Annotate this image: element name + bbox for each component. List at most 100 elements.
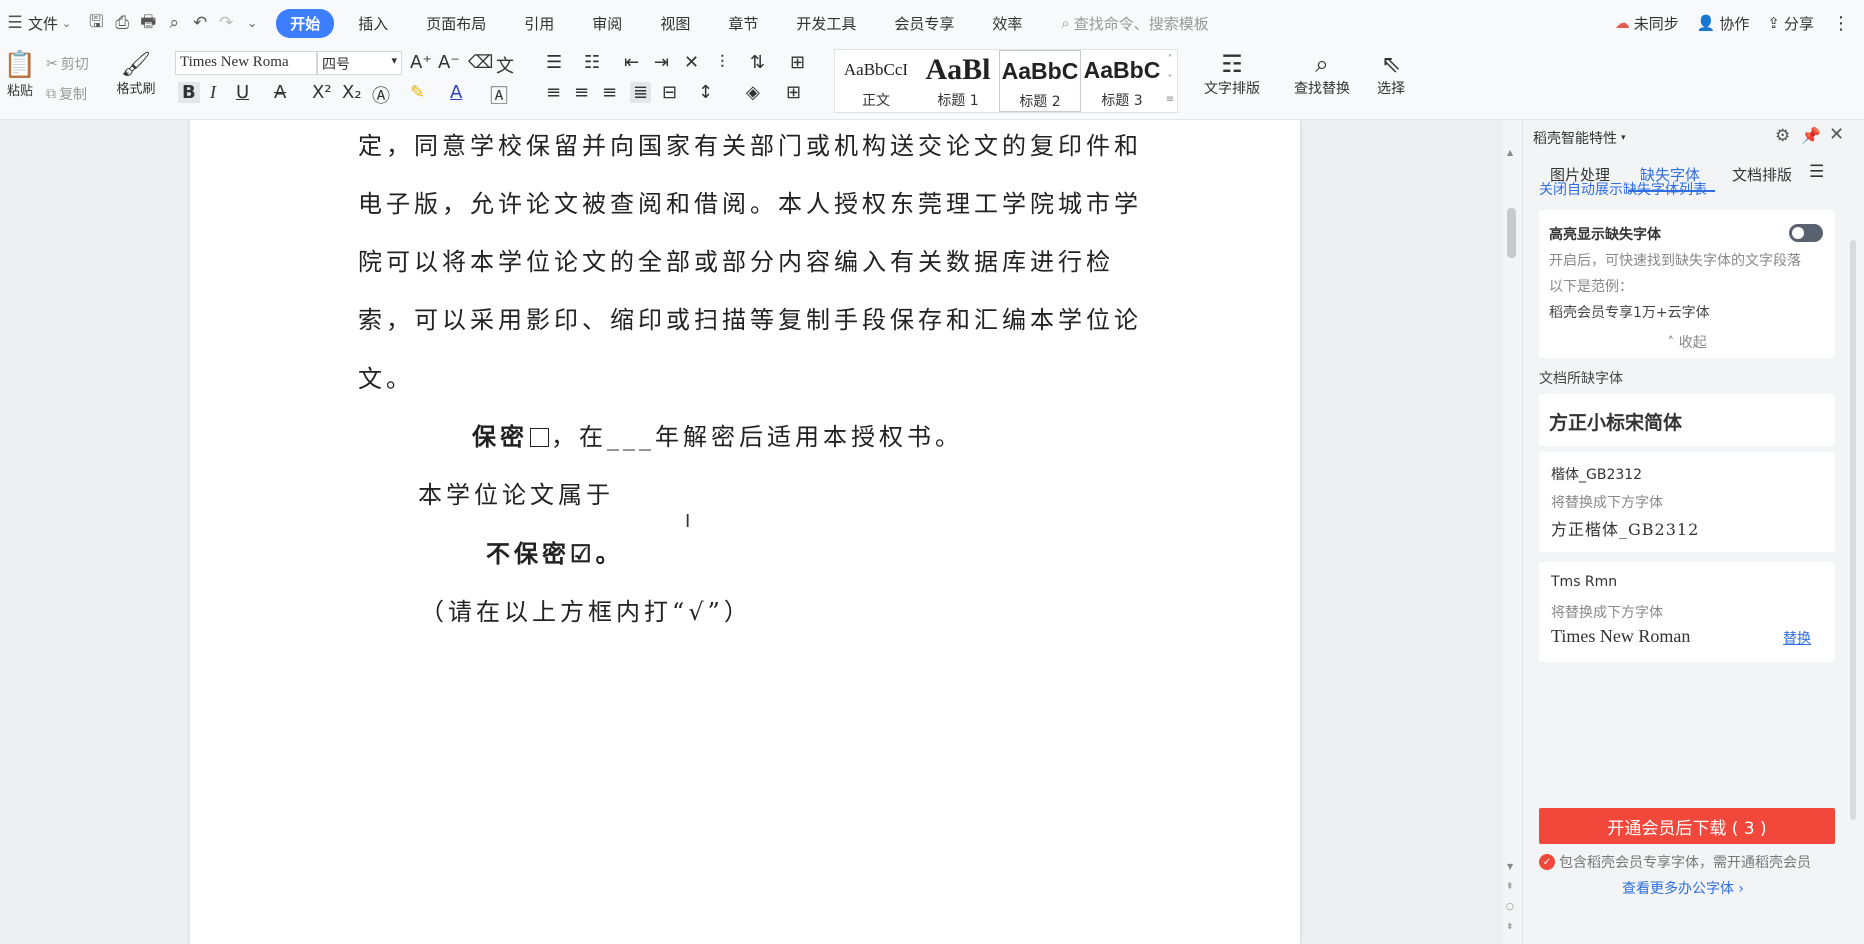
scrollbar-thumb[interactable] — [1507, 208, 1516, 258]
replace-hint: 将替换成下方字体 — [1551, 605, 1663, 621]
tab-references[interactable]: 引用 — [510, 9, 568, 38]
style-heading-1[interactable]: AaBl 标题 1 — [917, 50, 999, 112]
shrink-font-icon[interactable]: A⁻ — [438, 52, 460, 73]
style-gallery-scroll[interactable]: ˄ ˅ ≡ — [1163, 50, 1177, 112]
clear-format-icon[interactable]: ⌫ — [468, 52, 493, 73]
more-fonts-link[interactable]: 查看更多办公字体 › — [1523, 878, 1843, 898]
download-fonts-button[interactable]: 开通会员后下载 ( 3 ) — [1539, 808, 1835, 844]
secret-label: 保密 — [472, 422, 528, 451]
example-text: 稻壳会员专享1万+云字体 — [1549, 305, 1710, 321]
align-left-icon[interactable]: ≡ — [546, 82, 561, 103]
undo-icon[interactable]: ↶ — [187, 10, 213, 36]
share-button[interactable]: ⇪ 分享 — [1767, 13, 1814, 34]
docer-logo-icon: ✓ — [1539, 854, 1555, 870]
file-menu[interactable]: 文件 ⌄ — [28, 13, 71, 34]
tab-insert[interactable]: 插入 — [344, 9, 402, 38]
sync-button[interactable]: ☁ 未同步 — [1615, 13, 1679, 34]
decrease-indent-icon[interactable]: ⇤ — [624, 52, 639, 73]
subscript-icon[interactable]: X₂ — [342, 82, 362, 103]
export-pdf-icon[interactable]: ⎙ — [109, 10, 135, 36]
scroll-down-icon[interactable]: ▼ — [1507, 862, 1513, 871]
font-family-select[interactable]: Times New Roma — [175, 51, 317, 75]
tab-review[interactable]: 审阅 — [578, 9, 636, 38]
close-icon[interactable]: ✕ — [1829, 124, 1844, 145]
increase-indent-icon[interactable]: ⇥ — [654, 52, 669, 73]
char-border-icon[interactable]: 🄰 — [490, 82, 508, 108]
scroll-up-icon[interactable]: ▲ — [1507, 148, 1513, 157]
document-page[interactable]: 定，同意学校保留并向国家有关部门或机构送交论文的复印件和 电子版，允许论文被查阅… — [190, 120, 1300, 944]
doc-paragraph-line: 文。 — [358, 365, 414, 393]
copy-button[interactable]: ⧉ 复制 — [46, 84, 87, 104]
text-layout-button[interactable]: ☶ 文字排版 — [1192, 50, 1272, 98]
distributed-icon[interactable]: ⊟ — [662, 82, 677, 103]
strikethrough-icon[interactable]: A — [274, 82, 286, 103]
tab-developer[interactable]: 开发工具 — [782, 9, 870, 38]
command-search[interactable]: ⌕ 查找命令、搜索模板 — [1061, 13, 1208, 34]
print-icon[interactable]: 🖶 — [135, 10, 161, 36]
align-right-icon[interactable]: ≡ — [602, 82, 617, 103]
justify-icon[interactable]: ≣ — [630, 82, 652, 103]
italic-icon[interactable]: I — [210, 82, 216, 103]
find-replace-button[interactable]: ⌕ 查找替换 — [1284, 50, 1360, 98]
hamburger-menu-icon[interactable]: ☰ — [2, 10, 28, 36]
show-marks-icon[interactable]: ⊞ — [790, 52, 805, 73]
replace-link[interactable]: 替换 — [1783, 628, 1811, 648]
style-heading-3[interactable]: AaBbC 标题 3 — [1081, 50, 1163, 112]
underline-icon[interactable]: U — [236, 82, 249, 103]
style-gallery: AaBbCcI 正文 AaBl 标题 1 AaBbC 标题 2 AaBbC 标题… — [834, 49, 1178, 113]
close-auto-show-link[interactable]: 关闭自动展示缺失字体列表 — [1539, 179, 1707, 199]
panel-scrollbar[interactable] — [1850, 240, 1856, 820]
next-page-icon[interactable]: ⇟ — [1506, 922, 1514, 932]
chinese-layout-icon[interactable]: ✕ — [684, 52, 699, 73]
highlight-card: 高亮显示缺失字体 开启后，可快速找到缺失字体的文字段落 以下是范例： 稻壳会员专… — [1539, 210, 1835, 358]
prev-page-icon[interactable]: ⇞ — [1506, 882, 1514, 892]
superscript-icon[interactable]: X² — [312, 82, 332, 103]
align-center-icon[interactable]: ≡ — [574, 82, 589, 103]
member-note-text: 包含稻壳会员专享字体，需开通稻壳会员 — [1559, 855, 1811, 871]
tab-section[interactable]: 章节 — [714, 9, 772, 38]
line-spacing-icon[interactable]: ↕ — [698, 82, 713, 103]
print-preview-icon[interactable]: ⌕ — [161, 10, 187, 36]
tab-home[interactable]: 开始 — [276, 8, 335, 38]
collab-button[interactable]: 👤 协作 — [1697, 13, 1750, 34]
save-icon[interactable]: 🖫 — [83, 10, 109, 36]
format-painter-button[interactable]: 🖌 格式刷 — [108, 50, 164, 97]
tab-page-layout[interactable]: 页面布局 — [412, 9, 500, 38]
style-normal[interactable]: AaBbCcI 正文 — [835, 50, 917, 112]
sort-icon[interactable]: ⇅ — [750, 52, 765, 73]
font-size-select[interactable]: 四号 ▾ — [317, 51, 402, 75]
replace-hint: 将替换成下方字体 — [1551, 495, 1663, 511]
clipboard-icon: 📋 — [3, 50, 37, 80]
tab-view[interactable]: 视图 — [646, 9, 704, 38]
bold-icon[interactable]: B — [178, 82, 200, 103]
bullet-list-icon[interactable]: ☰ — [546, 52, 562, 73]
text-effect-icon[interactable]: Ⓐ — [372, 82, 390, 108]
borders-icon[interactable]: ⊞ — [786, 82, 801, 103]
select-browse-icon[interactable]: ○ — [1506, 902, 1514, 912]
document-scrollbar[interactable]: ▲ ▼ ⇞ ○ ⇟ — [1503, 120, 1520, 944]
tab-efficiency[interactable]: 效率 — [978, 9, 1036, 38]
tab-doc-layout[interactable]: 文档排版 — [1732, 164, 1792, 185]
select-button[interactable]: ⇖ 选择 — [1366, 50, 1416, 98]
more-icon[interactable]: ⋮ — [1832, 13, 1850, 34]
highlight-toggle[interactable] — [1789, 224, 1823, 242]
pin-icon[interactable]: 📌 — [1801, 126, 1821, 145]
customize-quick-access-icon[interactable]: ⌄ — [239, 10, 265, 36]
panel-title[interactable]: 稻壳智能特性 — [1533, 128, 1617, 148]
highlight-icon[interactable]: ✎ — [410, 82, 425, 103]
collapse-button[interactable]: ˄ 收起 — [1539, 332, 1835, 352]
gear-icon[interactable]: ⚙ — [1775, 126, 1790, 146]
text-direction-icon[interactable]: ⫶ — [720, 52, 725, 73]
font-color-icon[interactable]: A — [450, 82, 462, 103]
style-heading-2[interactable]: AaBbC 标题 2 — [999, 50, 1081, 112]
grow-font-icon[interactable]: A⁺ — [410, 52, 432, 73]
paste-button[interactable]: 📋 粘贴 — [0, 50, 40, 99]
redo-icon[interactable]: ↷ — [213, 10, 239, 36]
phonetic-icon[interactable]: 文 — [496, 52, 514, 78]
highlight-title: 高亮显示缺失字体 — [1549, 227, 1661, 243]
numbered-list-icon[interactable]: ☷ — [584, 52, 600, 73]
tab-member[interactable]: 会员专享 — [880, 9, 968, 38]
shading-icon[interactable]: ◈ — [746, 82, 760, 103]
tab-more-icon[interactable]: ☰ — [1809, 162, 1824, 182]
cut-button[interactable]: ✂ 剪切 — [46, 54, 89, 74]
